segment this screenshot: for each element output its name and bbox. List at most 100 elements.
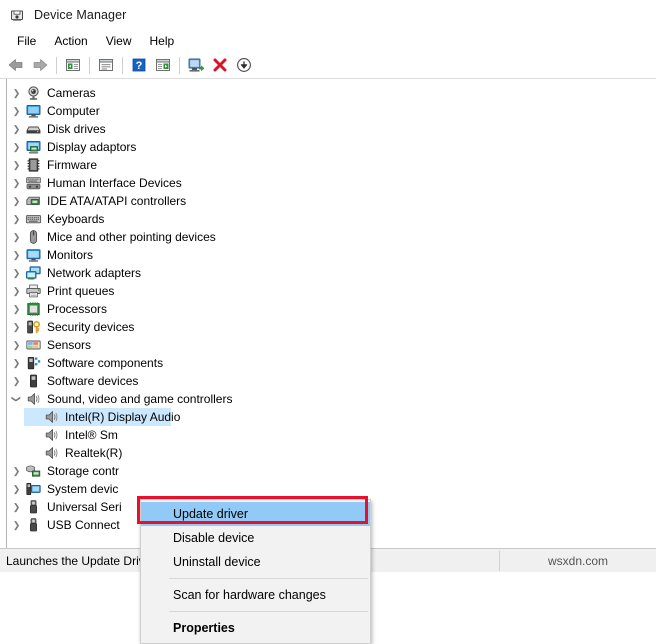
menu-view[interactable]: View [97, 32, 141, 50]
context-menu-item-label: Update driver [173, 507, 249, 521]
mouse-icon [25, 229, 42, 245]
tree-item-label: Storage contr [47, 464, 120, 478]
tree-item-label: Firmware [47, 158, 97, 172]
context-menu-item-disable-device[interactable]: Disable device [141, 526, 370, 550]
tree-item-sensors[interactable]: ❯ Sensors [8, 336, 648, 354]
usb-icon [25, 517, 42, 533]
security-device-icon [25, 319, 42, 335]
context-menu-item-properties[interactable]: Properties [141, 616, 370, 640]
context-menu-item-label: Uninstall device [173, 555, 261, 569]
tree-item-label: Print queues [47, 284, 115, 298]
chevron-right-icon[interactable]: ❯ [8, 354, 25, 372]
context-menu-item-uninstall-device[interactable]: Uninstall device [141, 550, 370, 574]
chevron-right-icon[interactable]: ❯ [8, 372, 25, 390]
software-component-icon [25, 355, 42, 371]
chevron-right-icon[interactable]: ❯ [8, 192, 25, 210]
tree-item-label: Processors [47, 302, 108, 316]
sensor-icon [25, 337, 42, 353]
chevron-right-icon[interactable]: ❯ [8, 264, 25, 282]
menu-bar: File Action View Help [0, 30, 656, 52]
processor-icon [25, 301, 42, 317]
tree-item-display-adaptors[interactable]: ❯ Display adaptors [8, 138, 648, 156]
chevron-right-icon[interactable]: ❯ [8, 282, 25, 300]
tree-item-monitors[interactable]: ❯ Monitors [8, 246, 648, 264]
tree-item-label: Sound, video and game controllers [47, 392, 233, 406]
context-menu-item-label: Disable device [173, 531, 255, 545]
tree-item-sound-video-game-controllers[interactable]: ❯ Sound, video and game controllers [8, 390, 648, 408]
svg-text:?: ? [136, 60, 143, 72]
disable-device-icon[interactable] [233, 54, 255, 76]
tree-item-label: Cameras [47, 86, 96, 100]
tree-item-keyboards[interactable]: ❯ Keyboards [8, 210, 648, 228]
tree-item-cameras[interactable]: ❯ Cameras [8, 84, 648, 102]
tree-item-software-devices[interactable]: ❯ Software devices [8, 372, 648, 390]
tree-item-security-devices[interactable]: ❯ Security devices [8, 318, 648, 336]
printer-icon [25, 283, 42, 299]
device-tree-panel: ❯ Cameras ❯ Computer ❯ Disk drives ❯ Dis… [0, 79, 656, 644]
tree-item-label: Security devices [47, 320, 135, 334]
tree-item-network-adapters[interactable]: ❯ Network adapters [8, 264, 648, 282]
tree-item-realtek-audio[interactable]: ❯ Realtek(R) [8, 444, 648, 462]
chevron-right-icon[interactable]: ❯ [8, 84, 25, 102]
view-devices-icon[interactable] [152, 54, 174, 76]
system-device-icon [25, 481, 42, 497]
back-arrow-icon[interactable] [5, 54, 27, 76]
chevron-right-icon[interactable]: ❯ [8, 462, 25, 480]
tree-item-intel-smart-sound[interactable]: ❯ Intel® Sm [8, 426, 648, 444]
chevron-right-icon[interactable]: ❯ [8, 516, 25, 534]
chevron-right-icon[interactable]: ❯ [8, 246, 25, 264]
context-menu-item-scan-hardware-changes[interactable]: Scan for hardware changes [141, 583, 370, 607]
chevron-right-icon[interactable]: ❯ [8, 300, 25, 318]
tree-item-label: Human Interface Devices [47, 176, 182, 190]
device-manager-window: Device Manager File Action View Help ? ❯… [0, 0, 656, 644]
properties-icon[interactable] [95, 54, 117, 76]
help-icon[interactable]: ? [128, 54, 150, 76]
tree-item-storage-controllers[interactable]: ❯ Storage contr [8, 462, 648, 480]
scan-hardware-changes-icon[interactable] [185, 54, 207, 76]
chevron-right-icon[interactable]: ❯ [8, 210, 25, 228]
chevron-right-icon[interactable]: ❯ [8, 498, 25, 516]
display-adapter-icon [25, 139, 42, 155]
tree-item-human-interface-devices[interactable]: ❯ Human Interface Devices [8, 174, 648, 192]
context-menu-item-update-driver[interactable]: Update driver [141, 502, 370, 526]
chevron-placeholder-icon: ❯ [26, 426, 43, 444]
tree-item-label: Software devices [47, 374, 139, 388]
camera-icon [25, 85, 42, 101]
show-hide-console-tree-icon[interactable] [62, 54, 84, 76]
tree-item-print-queues[interactable]: ❯ Print queues [8, 282, 648, 300]
tree-item-label: Mice and other pointing devices [47, 230, 216, 244]
toolbar-separator [89, 56, 90, 74]
chevron-down-icon[interactable]: ❯ [8, 391, 26, 408]
uninstall-device-icon[interactable] [209, 54, 231, 76]
chevron-right-icon[interactable]: ❯ [8, 138, 25, 156]
tree-item-software-components[interactable]: ❯ Software components [8, 354, 648, 372]
chevron-right-icon[interactable]: ❯ [8, 156, 25, 174]
tree-item-disk-drives[interactable]: ❯ Disk drives [8, 120, 648, 138]
window-title: Device Manager [34, 8, 127, 22]
chevron-right-icon[interactable]: ❯ [8, 318, 25, 336]
network-adapter-icon [25, 265, 42, 281]
chevron-right-icon[interactable]: ❯ [8, 120, 25, 138]
tree-item-system-devices[interactable]: ❯ System devic [8, 480, 648, 498]
chevron-right-icon[interactable]: ❯ [8, 174, 25, 192]
hid-icon [25, 175, 42, 191]
chevron-right-icon[interactable]: ❯ [8, 336, 25, 354]
chevron-right-icon[interactable]: ❯ [8, 228, 25, 246]
tree-item-computer[interactable]: ❯ Computer [8, 102, 648, 120]
tree-item-label: Monitors [47, 248, 94, 262]
forward-arrow-icon[interactable] [29, 54, 51, 76]
tree-item-ide-controllers[interactable]: ❯ IDE ATA/ATAPI controllers [8, 192, 648, 210]
tree-item-firmware[interactable]: ❯ Firmware [8, 156, 648, 174]
menu-help[interactable]: Help [141, 32, 184, 50]
tree-item-processors[interactable]: ❯ Processors [8, 300, 648, 318]
device-tree: ❯ Cameras ❯ Computer ❯ Disk drives ❯ Dis… [8, 84, 648, 534]
tree-item-label: Sensors [47, 338, 92, 352]
tree-item-intel-display-audio[interactable]: ❯ Intel(R) Display Audio [8, 408, 648, 426]
computer-icon [25, 103, 42, 119]
chevron-right-icon[interactable]: ❯ [8, 102, 25, 120]
menu-action[interactable]: Action [45, 32, 96, 50]
menu-file[interactable]: File [8, 32, 45, 50]
chevron-right-icon[interactable]: ❯ [8, 480, 25, 498]
tree-item-mice[interactable]: ❯ Mice and other pointing devices [8, 228, 648, 246]
tree-item-label: IDE ATA/ATAPI controllers [47, 194, 187, 208]
